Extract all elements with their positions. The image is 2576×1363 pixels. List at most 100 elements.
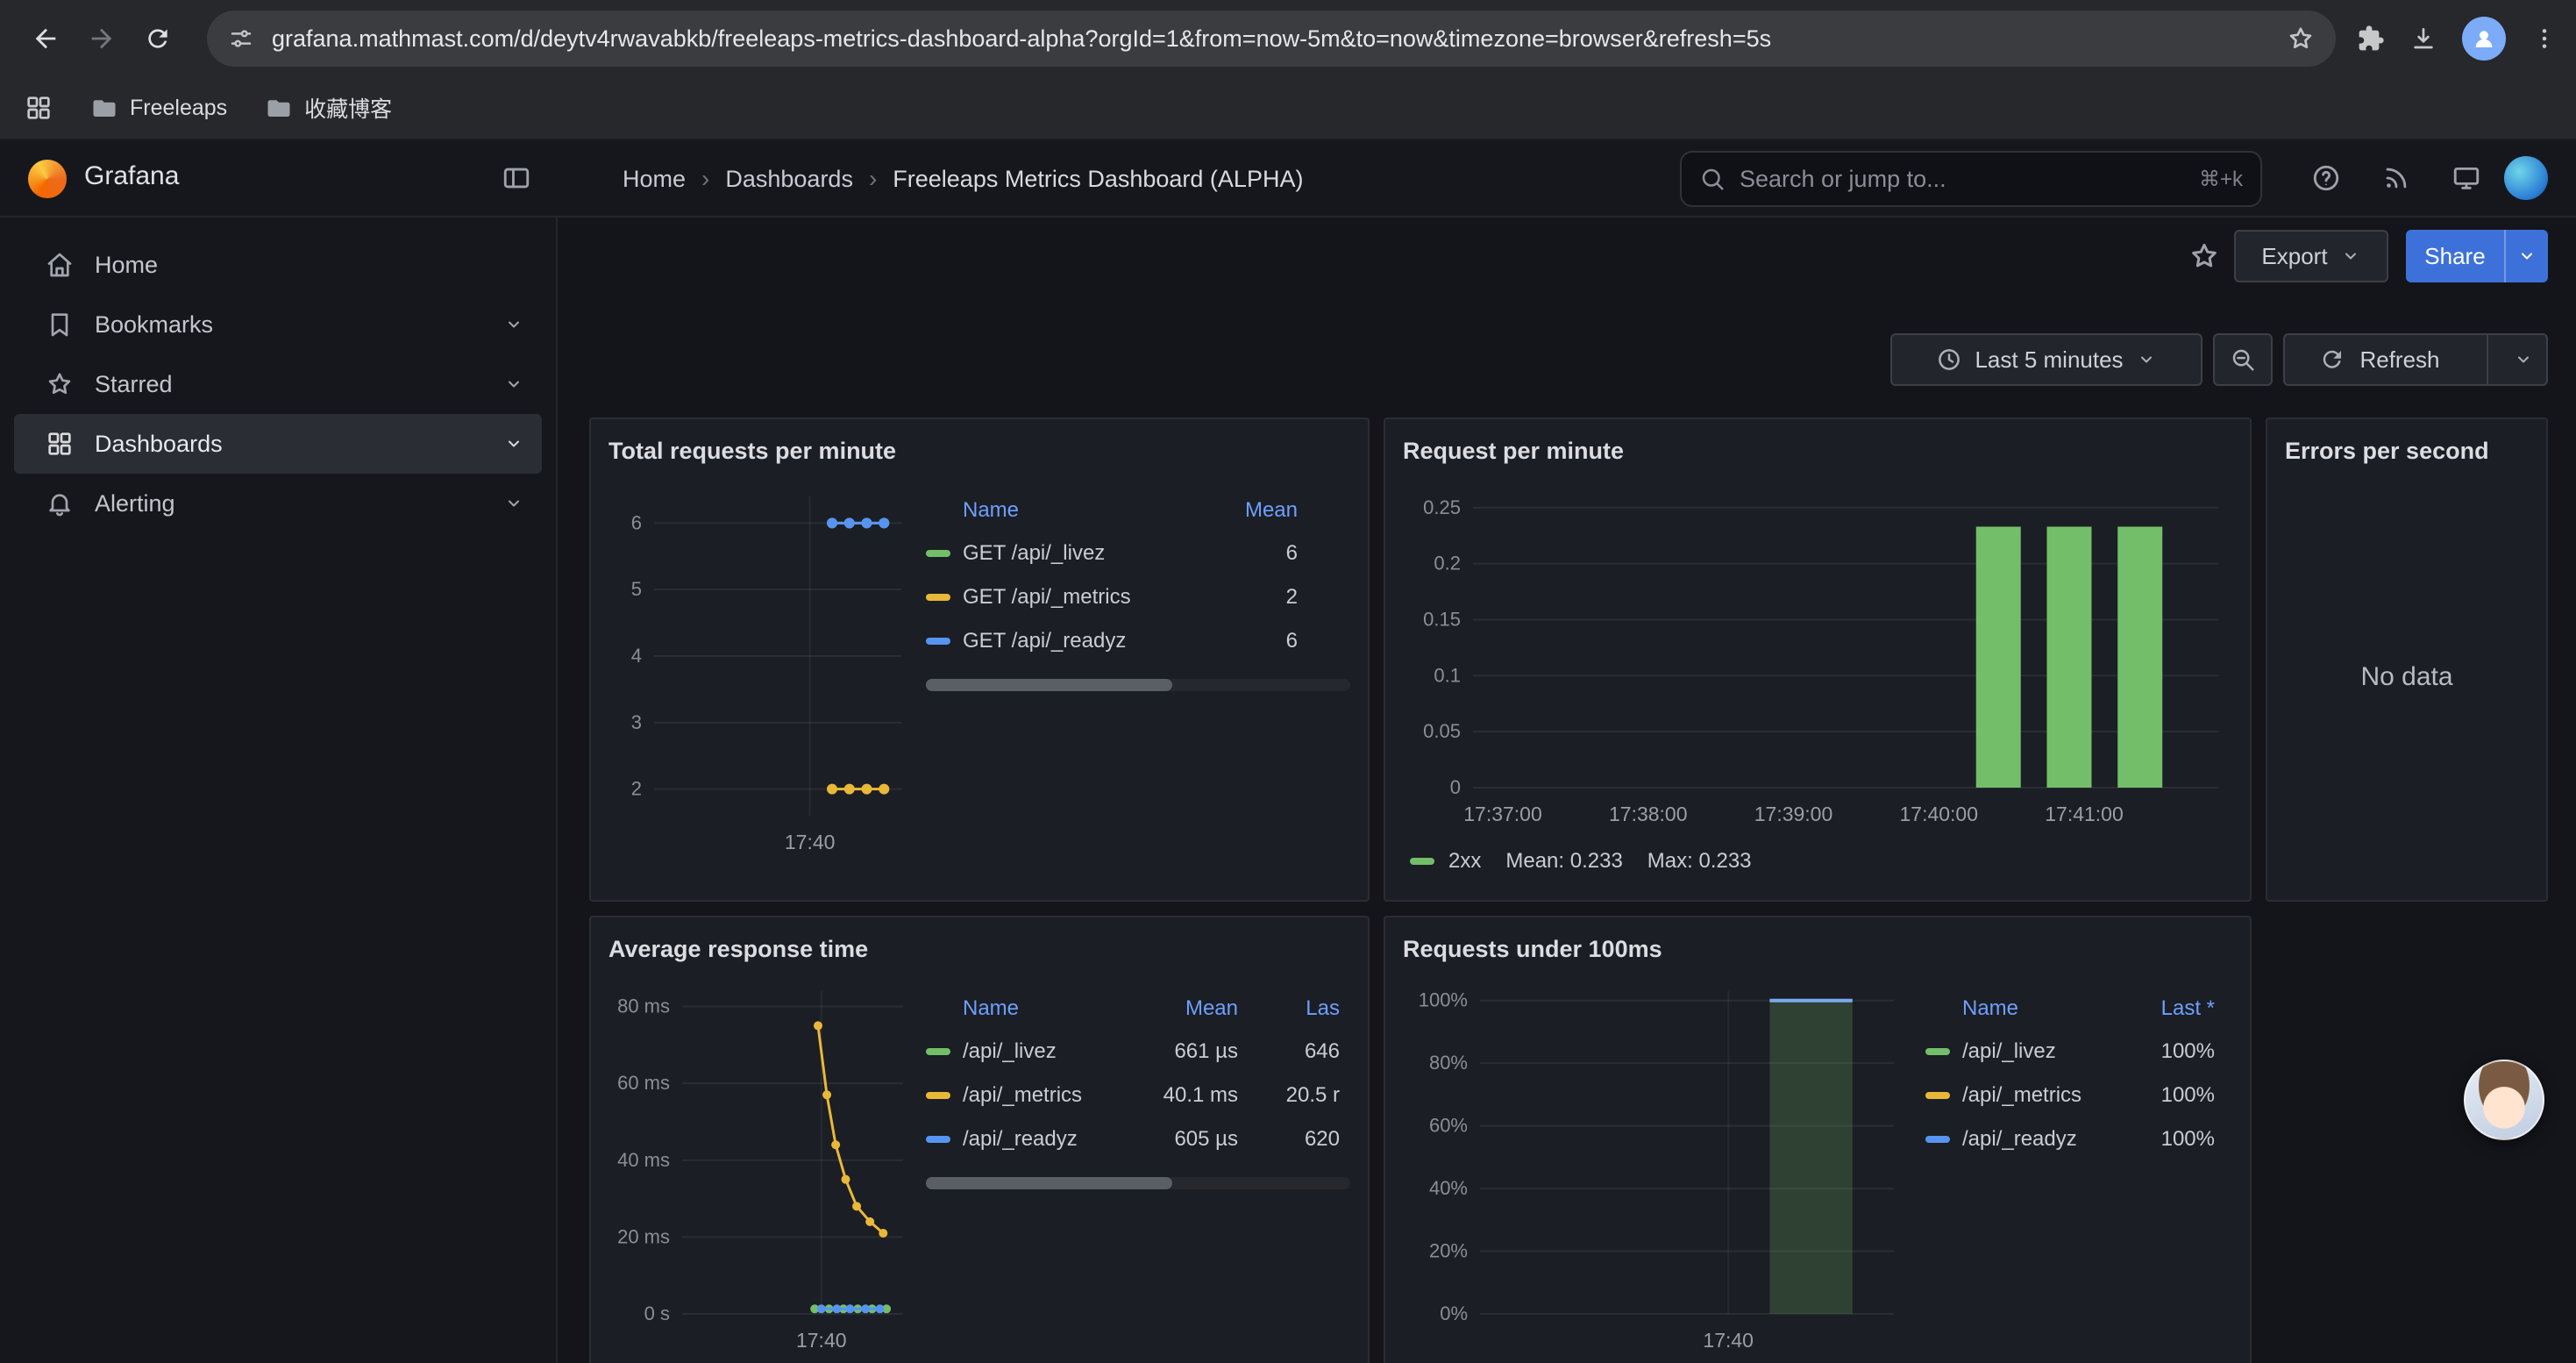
share-label[interactable]: Share: [2406, 230, 2504, 282]
legend-series-label: /api/_livez: [1962, 1039, 2056, 1064]
extensions-icon[interactable]: [2357, 25, 2385, 53]
forward-button[interactable]: [74, 11, 130, 67]
refresh-interval-toggle[interactable]: [2501, 349, 2546, 370]
refresh-button[interactable]: Refresh: [2283, 333, 2548, 386]
legend-header-mean[interactable]: Mean: [1228, 498, 1350, 523]
grafana-logo-icon[interactable]: [28, 160, 67, 198]
back-button[interactable]: [18, 11, 74, 67]
address-bar[interactable]: grafana.mathmast.com/d/deytv4rwavabkb/fr…: [207, 11, 2336, 67]
floating-assistant-avatar[interactable]: [2464, 1060, 2544, 1140]
news-rss-icon[interactable]: [2381, 163, 2411, 193]
svg-text:17:38:00: 17:38:00: [1609, 803, 1688, 825]
legend-scrollbar-thumb[interactable]: [926, 1177, 1172, 1189]
legend-header-name[interactable]: Name: [1925, 996, 2120, 1021]
help-icon[interactable]: [2311, 163, 2341, 193]
user-avatar[interactable]: [2504, 156, 2548, 200]
bookmark-star-icon[interactable]: [2287, 25, 2315, 53]
svg-text:17:40: 17:40: [785, 831, 836, 853]
legend-header-mean[interactable]: Mean: [1157, 996, 1259, 1021]
export-button[interactable]: Export: [2234, 230, 2388, 282]
panel-title[interactable]: Average response time: [608, 928, 1350, 970]
svg-text:17:40: 17:40: [796, 1329, 847, 1352]
panel-title[interactable]: Total requests per minute: [608, 430, 1350, 472]
legend-series-name[interactable]: 2xx: [1410, 849, 1481, 874]
legend-series-name[interactable]: /api/_livez: [1925, 1039, 2120, 1064]
legend-series-name[interactable]: /api/_livez: [926, 1039, 1157, 1064]
panel-title[interactable]: Errors per second: [2285, 430, 2529, 472]
legend-series-name[interactable]: /api/_readyz: [926, 1127, 1157, 1152]
legend-scrollbar[interactable]: [926, 679, 1350, 691]
legend-series-label: /api/_livez: [963, 1039, 1057, 1064]
site-info-icon[interactable]: [228, 25, 254, 52]
bookmark-item-freeleaps[interactable]: Freeleaps: [91, 92, 227, 124]
time-range-picker[interactable]: Last 5 minutes: [1890, 333, 2202, 386]
zoom-out-button[interactable]: [2213, 333, 2273, 386]
legend-series-name[interactable]: /api/_readyz: [1925, 1127, 2120, 1152]
panel-errors-per-second: Errors per second No data: [2266, 417, 2548, 902]
legend-row: /api/_livez661 µs646: [926, 1030, 1350, 1074]
sidebar-item-label: Home: [95, 252, 524, 279]
legend-series-name[interactable]: GET /api/_metrics: [926, 585, 1228, 610]
legend-series-name[interactable]: /api/_metrics: [1925, 1083, 2120, 1108]
breadcrumb-item-home[interactable]: Home: [623, 166, 686, 193]
search-input[interactable]: [1740, 166, 2185, 193]
time-range-label: Last 5 minutes: [1975, 346, 2123, 374]
person-icon: [2471, 25, 2497, 52]
sidebar-item-home[interactable]: Home: [14, 235, 542, 295]
bookmark-label: 收藏博客: [304, 92, 392, 124]
chart-requests-under-100ms[interactable]: 100%80%60%40%20%0%17:40: [1403, 970, 1911, 1363]
legend-header-row: NameMean: [926, 489, 1350, 532]
legend-series-label: GET /api/_metrics: [963, 585, 1131, 610]
panel-requests-under-100ms: Requests under 100ms 100%80%60%40%20%0%1…: [1384, 916, 2252, 1363]
legend-series-value: 2: [1228, 585, 1350, 610]
legend-series-label: /api/_readyz: [1962, 1127, 2077, 1152]
legend-header-name[interactable]: Name: [926, 996, 1157, 1021]
panel-title[interactable]: Request per minute: [1403, 430, 2232, 472]
legend-series-name[interactable]: GET /api/_livez: [926, 541, 1228, 566]
bookmark-item-item[interactable]: 收藏博客: [266, 92, 392, 124]
sidebar-toggle-icon[interactable]: [502, 163, 531, 193]
monitor-icon[interactable]: [2451, 163, 2481, 193]
sidebar-item-dashboards[interactable]: Dashboards: [14, 414, 542, 474]
legend-series-name[interactable]: /api/_metrics: [926, 1083, 1157, 1108]
reload-button[interactable]: [130, 11, 186, 67]
browser-profile-avatar[interactable]: [2462, 17, 2506, 61]
legend-header-last[interactable]: Last *: [2120, 996, 2232, 1021]
legend-scrollbar[interactable]: [926, 1177, 1350, 1189]
legend-series-value: 6: [1228, 541, 1350, 566]
chevron-down-icon[interactable]: [503, 493, 524, 514]
chart-total-requests[interactable]: 6543217:40: [608, 472, 912, 868]
legend-row: /api/_livez100%: [1925, 1030, 2232, 1074]
browser-menu-icon[interactable]: [2530, 25, 2558, 53]
legend-series-label: GET /api/_readyz: [963, 629, 1126, 653]
reload-icon: [144, 25, 172, 53]
legend-total-requests: NameMeanGET /api/_livez6GET /api/_metric…: [926, 489, 1350, 882]
breadcrumb-item-dashboards[interactable]: Dashboards: [725, 166, 853, 193]
svg-text:3: 3: [631, 711, 642, 733]
legend-header-las[interactable]: Las: [1259, 996, 1350, 1021]
share-button[interactable]: Share: [2406, 230, 2548, 282]
bell-icon: [46, 489, 74, 517]
panel-title[interactable]: Requests under 100ms: [1403, 928, 2232, 970]
panel-total-requests-per-minute: Total requests per minute 6543217:40 Nam…: [589, 417, 1370, 902]
downloads-icon[interactable]: [2409, 25, 2437, 53]
share-menu-toggle[interactable]: [2504, 230, 2548, 282]
screen: grafana.mathmast.com/d/deytv4rwavabkb/fr…: [0, 0, 2576, 1363]
legend-header-name[interactable]: Name: [926, 498, 1228, 523]
series-color-icon: [1925, 1092, 1950, 1099]
chevron-down-icon[interactable]: [503, 314, 524, 335]
favorite-dashboard-icon[interactable]: [2188, 240, 2220, 272]
legend-row: GET /api/_metrics 2: [926, 575, 1350, 619]
refresh-main[interactable]: Refresh: [2285, 346, 2474, 374]
legend-scrollbar-thumb[interactable]: [926, 679, 1172, 691]
sidebar-item-alerting[interactable]: Alerting: [14, 474, 542, 533]
apps-grid-icon[interactable]: [25, 94, 53, 122]
legend-series-name[interactable]: GET /api/_readyz: [926, 629, 1228, 653]
bookmark-label: Freeleaps: [130, 96, 227, 121]
svg-text:80%: 80%: [1429, 1052, 1468, 1074]
chevron-down-icon[interactable]: [503, 433, 524, 454]
svg-text:4: 4: [631, 645, 642, 667]
chart-average-response-time[interactable]: 80 ms60 ms40 ms20 ms0 s17:40: [608, 970, 912, 1363]
chart-request-per-minute[interactable]: 0.250.20.150.10.05017:37:0017:38:0017:39…: [1403, 472, 2236, 840]
search-box[interactable]: ⌘+k: [1680, 151, 2262, 207]
